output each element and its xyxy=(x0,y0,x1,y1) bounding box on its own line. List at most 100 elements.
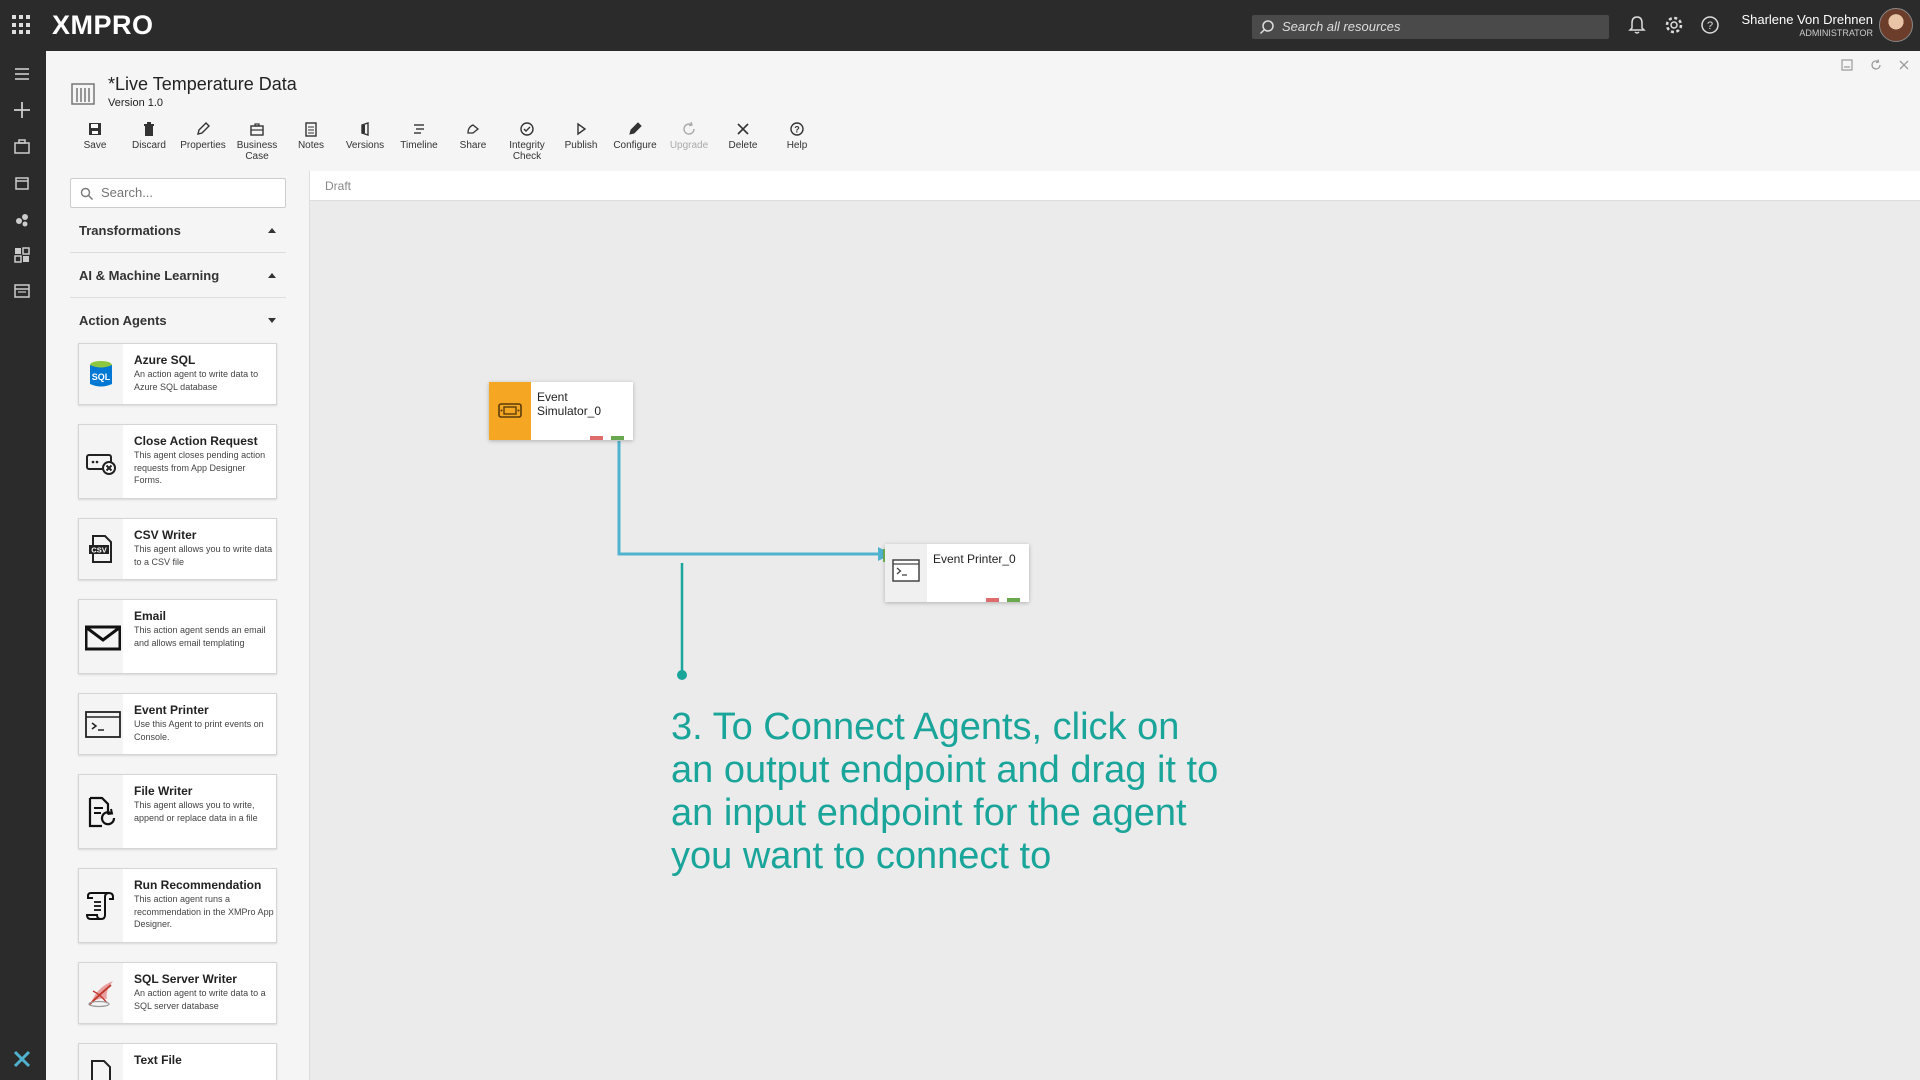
avatar[interactable] xyxy=(1879,8,1913,42)
caret-up-icon xyxy=(268,228,276,233)
connector-line[interactable] xyxy=(310,201,1920,1080)
agent-card-sql-server-writer[interactable]: SQL Server Writer An action agent to wri… xyxy=(78,962,277,1024)
user-role: ADMINISTRATOR xyxy=(1799,28,1873,38)
output-endpoint[interactable] xyxy=(1007,598,1020,602)
agent-list: SQL Azure SQL An action agent to write d… xyxy=(46,335,308,1080)
top-bar: XMPRO Search all resources ? Sharlene Vo… xyxy=(0,0,1920,51)
publish-label: Publish xyxy=(564,140,598,151)
agent-card-file-writer[interactable]: File Writer This agent allows you to wri… xyxy=(78,774,277,849)
menu-icon[interactable] xyxy=(11,63,33,85)
pencil-icon xyxy=(197,122,210,135)
notes-icon xyxy=(305,122,317,137)
share-label: Share xyxy=(459,140,487,151)
agent-card-event-printer[interactable]: Event Printer Use this Agent to print ev… xyxy=(78,693,277,755)
text-file-icon xyxy=(91,1060,111,1080)
briefcase-icon[interactable] xyxy=(11,136,33,158)
category-label: Action Agents xyxy=(79,313,167,328)
configure-button[interactable]: Configure xyxy=(608,121,662,151)
agent-card-close-action-request[interactable]: Close Action Request This agent closes p… xyxy=(78,424,277,499)
gear-icon[interactable] xyxy=(1663,14,1685,36)
minimize-icon[interactable] xyxy=(1840,58,1854,72)
console-icon xyxy=(85,711,121,738)
properties-button[interactable]: Properties xyxy=(176,121,230,151)
console-icon xyxy=(892,559,920,582)
help-button[interactable]: ? Help xyxy=(770,121,824,151)
agent-description: Use this Agent to print events on Consol… xyxy=(134,719,264,742)
node-event-printer[interactable]: Event Printer_0 xyxy=(883,544,1029,602)
refresh-icon[interactable] xyxy=(1869,58,1883,72)
save-icon xyxy=(89,123,101,135)
timeline-button[interactable]: Timeline xyxy=(392,121,446,151)
bell-icon[interactable] xyxy=(1626,14,1648,36)
agent-card-email[interactable]: Email This action agent sends an email a… xyxy=(78,599,277,674)
save-button[interactable]: Save xyxy=(68,121,122,151)
data-streams-icon[interactable] xyxy=(11,208,33,230)
design-canvas[interactable]: Event Simulator_0 Event Printer_0 xyxy=(309,201,1920,1080)
svg-text:CSV: CSV xyxy=(91,546,106,555)
timeline-label: Timeline xyxy=(400,140,438,151)
help-icon: ? xyxy=(790,122,804,136)
output-endpoint[interactable] xyxy=(611,436,624,440)
discard-button[interactable]: Discard xyxy=(122,121,176,151)
tutorial-callout: 3. To Connect Agents, click on an output… xyxy=(671,706,1219,877)
agent-description: An action agent to write data to Azure S… xyxy=(134,369,259,392)
category-label: Transformations xyxy=(79,223,181,238)
global-search[interactable]: Search all resources xyxy=(1252,15,1609,39)
apps-icon[interactable] xyxy=(11,244,33,266)
configure-label: Configure xyxy=(613,140,657,151)
upgrade-button[interactable]: Upgrade xyxy=(662,121,716,151)
agent-description: This agent closes pending action request… xyxy=(134,450,266,485)
user-name[interactable]: Sharlene Von Drehnen xyxy=(1741,12,1873,27)
category-ai-machine-learning[interactable]: AI & Machine Learning xyxy=(70,253,286,298)
apps-grid-icon[interactable] xyxy=(12,15,32,35)
agent-card-csv-writer[interactable]: CSV CSV Writer This agent allows you to … xyxy=(78,518,277,580)
calendar-icon[interactable] xyxy=(11,172,33,194)
publish-button[interactable]: Publish xyxy=(554,121,608,151)
agent-card-run-recommendation[interactable]: Run Recommendation This action agent run… xyxy=(78,868,277,943)
category-transformations[interactable]: Transformations xyxy=(70,208,286,253)
node-label: Event Printer_0 xyxy=(933,552,1016,566)
close-icon xyxy=(737,123,749,135)
left-rail xyxy=(0,51,46,1080)
xmpro-logo[interactable]: XMPRO xyxy=(52,10,154,41)
notes-button[interactable]: Notes xyxy=(284,121,338,151)
node-event-simulator[interactable]: Event Simulator_0 xyxy=(489,382,633,440)
agent-name: Azure SQL xyxy=(134,353,196,367)
error-endpoint[interactable] xyxy=(590,436,603,440)
svg-text:?: ? xyxy=(794,125,800,135)
help-icon[interactable]: ? xyxy=(1699,14,1721,36)
versions-label: Versions xyxy=(345,140,385,151)
upgrade-label: Upgrade xyxy=(669,140,709,151)
integrity-check-button[interactable]: Integrity Check xyxy=(500,121,554,162)
share-button[interactable]: Share xyxy=(446,121,500,151)
agent-card-text-file[interactable]: Text File xyxy=(78,1043,277,1080)
sql-server-icon xyxy=(88,981,113,1008)
node-label: Event Simulator_0 xyxy=(537,390,602,418)
agent-description: This agent allows you to write data to a… xyxy=(134,544,273,567)
discard-label: Discard xyxy=(132,140,166,151)
help-label: Help xyxy=(786,140,808,151)
recommendations-icon[interactable] xyxy=(11,280,33,302)
close-icon[interactable] xyxy=(1897,58,1911,72)
caret-down-icon xyxy=(268,318,276,323)
versions-button[interactable]: Versions xyxy=(338,121,392,151)
xmpro-x-icon[interactable] xyxy=(11,1048,33,1070)
refresh-icon xyxy=(683,121,695,135)
business-case-button[interactable]: Business Case xyxy=(230,121,284,162)
versions-icon xyxy=(361,122,369,136)
agent-search-field[interactable] xyxy=(101,185,271,200)
agent-search-input[interactable] xyxy=(70,178,286,208)
error-endpoint[interactable] xyxy=(986,598,999,602)
share-icon xyxy=(467,124,480,134)
trash-icon xyxy=(144,122,154,136)
callout-pointer-dot xyxy=(677,670,687,680)
version-label: Version 1.0 xyxy=(108,97,164,109)
timeline-icon xyxy=(414,124,424,134)
plus-icon[interactable] xyxy=(11,99,33,121)
save-label: Save xyxy=(83,140,107,151)
agent-card-azure-sql[interactable]: SQL Azure SQL An action agent to write d… xyxy=(78,343,277,405)
envelope-icon xyxy=(85,625,121,650)
delete-button[interactable]: Delete xyxy=(716,121,770,151)
agent-description: This action agent sends an email and all… xyxy=(134,625,266,648)
agent-name: SQL Server Writer xyxy=(134,972,237,986)
